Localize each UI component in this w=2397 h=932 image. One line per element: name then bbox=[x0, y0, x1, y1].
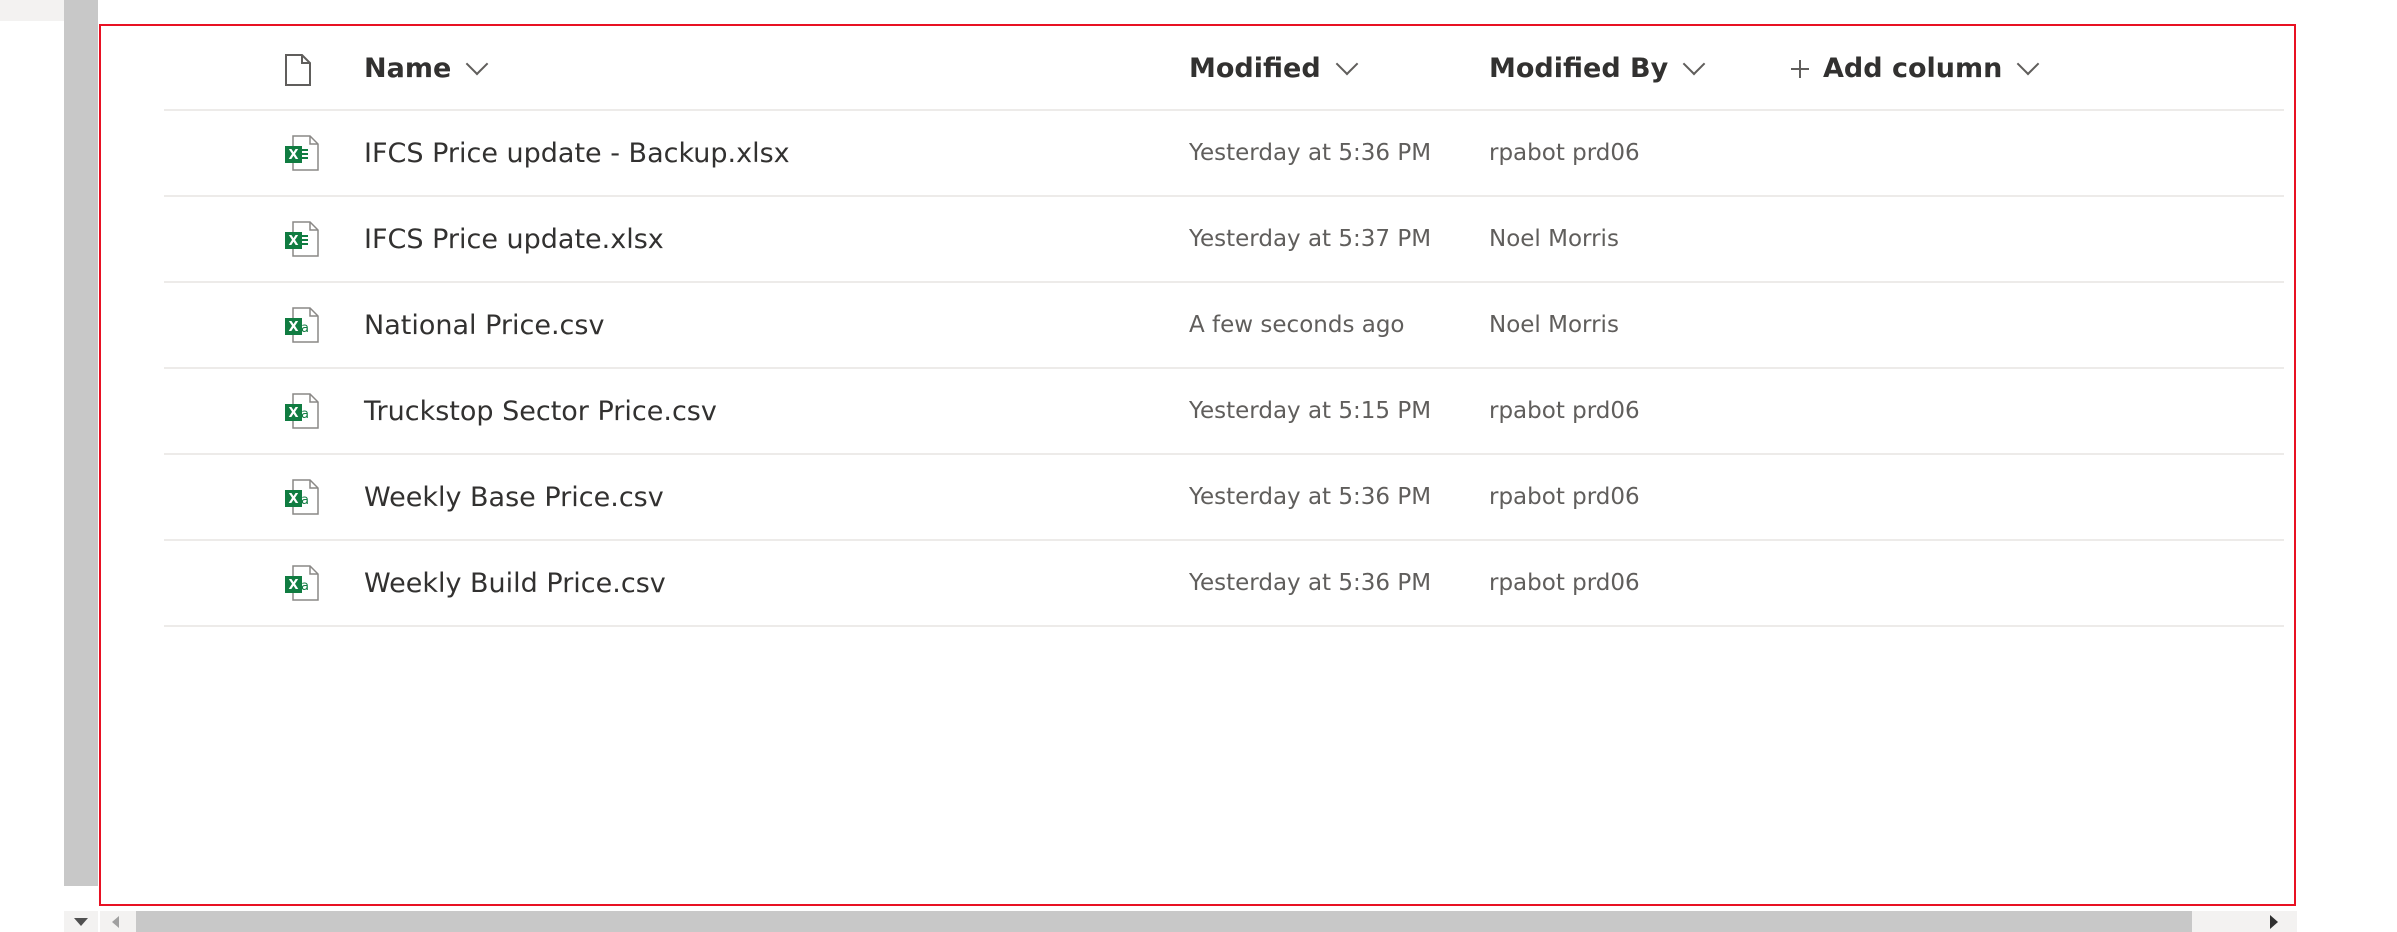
modified-date: Yesterday at 5:36 PM bbox=[1189, 140, 1432, 166]
column-header-modified[interactable]: Modified bbox=[1189, 28, 1358, 109]
modified-by-user: rpabot prd06 bbox=[1489, 140, 1640, 166]
file-name-link[interactable]: National Price.csv bbox=[364, 283, 604, 367]
table-row[interactable]: a X Weekly Build Price.csv Yesterday at 5:3… bbox=[164, 541, 2284, 627]
excel-xlsx-icon: X bbox=[285, 221, 319, 257]
excel-csv-icon: aX bbox=[285, 307, 319, 343]
excel-csv-icon: aX bbox=[285, 479, 319, 515]
modified-date: Yesterday at 5:37 PM bbox=[1189, 226, 1432, 252]
svg-text:a: a bbox=[301, 493, 309, 508]
table-row[interactable]: a X Weekly Base Price.csv Yesterday at 5:36… bbox=[164, 455, 2284, 541]
file-icon-cell: aX bbox=[284, 369, 320, 453]
arrow-down-icon bbox=[74, 917, 88, 926]
column-header-modified-label: Modified bbox=[1189, 53, 1321, 84]
column-header-name-label: Name bbox=[364, 53, 452, 84]
modified-date: Yesterday at 5:15 PM bbox=[1189, 398, 1432, 424]
excel-csv-icon: aX bbox=[285, 565, 319, 601]
file-name-link[interactable]: Weekly Base Price.csv bbox=[364, 455, 664, 539]
excel-csv-icon: aX bbox=[285, 393, 319, 429]
left-panel-band bbox=[0, 0, 64, 21]
column-header-name[interactable]: Name bbox=[364, 28, 489, 109]
svg-text:a: a bbox=[301, 321, 309, 336]
file-name-link[interactable]: IFCS Price update - Backup.xlsx bbox=[364, 111, 790, 195]
arrow-left-icon[interactable] bbox=[112, 916, 119, 928]
svg-text:X: X bbox=[288, 320, 298, 335]
svg-text:X: X bbox=[288, 578, 298, 593]
column-header-modified-by[interactable]: Modified By bbox=[1489, 28, 1706, 109]
chevron-down-icon bbox=[1682, 52, 1706, 76]
modified-date: Yesterday at 5:36 PM bbox=[1189, 570, 1432, 596]
file-name-link[interactable]: Weekly Build Price.csv bbox=[364, 541, 666, 625]
file-icon-cell: aX bbox=[284, 541, 320, 625]
file-icon-cell: aX bbox=[284, 455, 320, 539]
table-row[interactable]: a X National Price.csv A few seconds ago Noe… bbox=[164, 283, 2284, 369]
modified-by-user: rpabot prd06 bbox=[1489, 484, 1640, 510]
chevron-down-icon bbox=[1335, 52, 1358, 76]
add-column-label: Add column bbox=[1823, 53, 2003, 84]
svg-text:X: X bbox=[288, 406, 298, 421]
svg-text:X: X bbox=[288, 492, 298, 507]
table-row[interactable]: X IFCS Price update.xlsx Yesterday at 5:37… bbox=[164, 197, 2284, 283]
file-type-icon[interactable] bbox=[284, 53, 312, 87]
modified-date: Yesterday at 5:36 PM bbox=[1189, 484, 1432, 510]
column-header-row: Name Modified Modified By Add column bbox=[164, 28, 2284, 111]
vertical-scrollbar[interactable] bbox=[64, 0, 98, 886]
svg-text:a: a bbox=[301, 579, 309, 594]
plus-icon bbox=[1791, 59, 1809, 78]
arrow-right-icon[interactable] bbox=[2270, 915, 2278, 929]
file-name-link[interactable]: Truckstop Sector Price.csv bbox=[364, 369, 717, 453]
chevron-down-icon bbox=[465, 52, 489, 76]
modified-date: A few seconds ago bbox=[1189, 312, 1405, 338]
add-column-button[interactable]: Add column bbox=[1791, 28, 2040, 109]
svg-text:a: a bbox=[301, 407, 309, 422]
svg-text:X: X bbox=[288, 148, 298, 163]
table-row[interactable]: X IFCS Price update - Backup.xlsx Yesterda… bbox=[164, 111, 2284, 197]
horizontal-scrollbar-thumb[interactable] bbox=[136, 911, 2192, 932]
modified-by-user: Noel Morris bbox=[1489, 226, 1619, 252]
modified-by-user: Noel Morris bbox=[1489, 312, 1619, 338]
file-icon-cell: X bbox=[284, 197, 320, 281]
modified-by-user: rpabot prd06 bbox=[1489, 398, 1640, 424]
horizontal-scrollbar[interactable] bbox=[100, 911, 2297, 932]
column-header-modified-by-label: Modified By bbox=[1489, 53, 1669, 84]
chevron-down-icon bbox=[2017, 52, 2040, 76]
left-panel bbox=[0, 0, 64, 900]
file-icon-cell: X bbox=[284, 111, 320, 195]
scroll-down-button[interactable] bbox=[64, 911, 98, 932]
excel-xlsx-icon: X bbox=[285, 135, 319, 171]
svg-text:X: X bbox=[288, 234, 298, 249]
file-name-link[interactable]: IFCS Price update.xlsx bbox=[364, 197, 664, 281]
file-icon-cell: aX bbox=[284, 283, 320, 367]
table-row[interactable]: a X Truckstop Sector Price.csv Yesterday at… bbox=[164, 369, 2284, 455]
modified-by-user: rpabot prd06 bbox=[1489, 570, 1640, 596]
